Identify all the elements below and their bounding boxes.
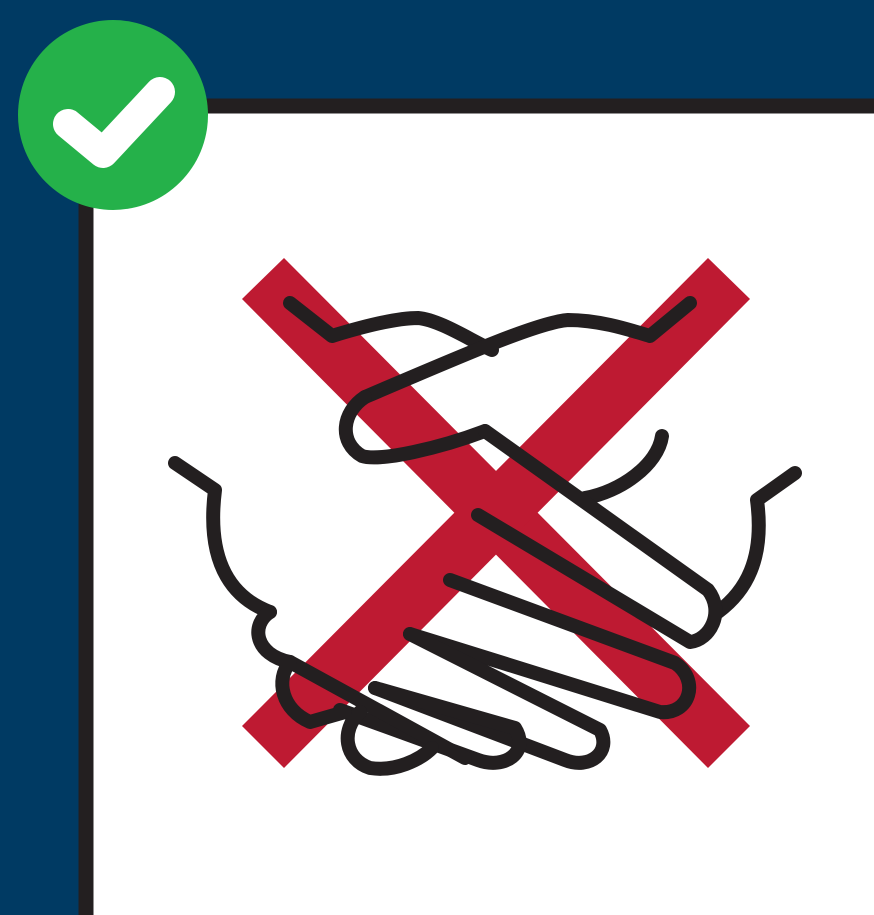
illustration-canvas — [0, 0, 874, 915]
check-badge — [18, 20, 208, 210]
no-handshake-illustration — [0, 0, 874, 915]
badge-circle — [18, 20, 208, 210]
